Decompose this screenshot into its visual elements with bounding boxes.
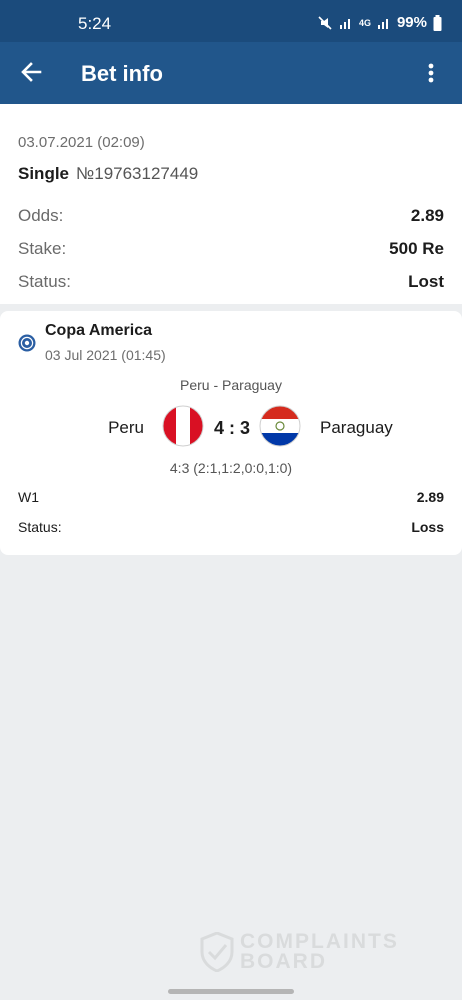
outcome-odds: 2.89	[416, 489, 444, 505]
league-icon	[18, 334, 36, 352]
battery-percent: 99%	[396, 14, 427, 31]
status-bar: 5:24 4G 99%	[0, 0, 462, 42]
peru-flag-icon	[162, 405, 204, 447]
event-date: 03 Jul 2021 (01:45)	[45, 347, 166, 363]
bet-type: Single	[18, 164, 70, 183]
more-vert-icon	[428, 63, 434, 83]
match-title: Peru - Paraguay	[180, 377, 282, 393]
app-bar: Bet info	[0, 42, 462, 104]
league-name: Copa America	[45, 322, 152, 339]
stake-label: Stake:	[18, 239, 67, 258]
score-detail: 4:3 (2:1,1:2,0:0,1:0)	[169, 460, 293, 476]
bet-number: №19763127449	[76, 164, 199, 183]
event-status-label: Status:	[18, 519, 62, 535]
watermark-title: COMPLAINTS	[240, 930, 399, 953]
back-button[interactable]	[14, 55, 48, 89]
battery-icon	[433, 14, 442, 31]
status-label: Status:	[18, 272, 71, 291]
stake-value: 500 Re	[389, 239, 444, 258]
match-score: 4 : 3	[213, 418, 251, 438]
gesture-nav-bar[interactable]	[168, 989, 294, 994]
status-icons: 4G 99%	[317, 14, 442, 31]
status-value: Lost	[408, 272, 444, 291]
outcome-label: W1	[18, 489, 39, 505]
status-time: 5:24	[78, 14, 112, 33]
home-team: Peru	[108, 418, 144, 437]
more-options-button[interactable]	[414, 56, 448, 90]
watermark-subtitle: BOARD	[240, 950, 327, 973]
signal-icon	[339, 18, 350, 29]
paraguay-flag-icon	[259, 405, 301, 447]
page-title: Bet info	[81, 61, 163, 86]
odds-value: 2.89	[410, 206, 444, 225]
away-team: Paraguay	[320, 418, 393, 437]
odds-label: Odds:	[18, 206, 64, 225]
bet-datetime: 03.07.2021 (02:09)	[18, 134, 145, 151]
mute-icon	[318, 15, 332, 30]
network-type: 4G	[358, 17, 371, 28]
back-arrow-icon	[21, 62, 42, 82]
signal-icon-2	[377, 18, 388, 29]
watermark-logo-icon	[200, 932, 234, 972]
event-status-value: Loss	[411, 519, 444, 535]
watermark: COMPLAINTS BOARD	[200, 930, 399, 973]
